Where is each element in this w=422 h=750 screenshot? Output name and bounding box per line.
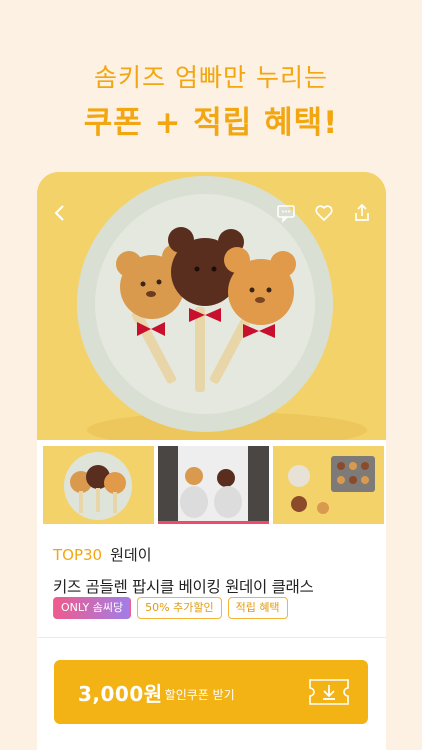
hero-image (37, 172, 386, 440)
coupon-download-button[interactable]: 3,000원 할인쿠폰 받기 (54, 660, 368, 724)
coupon-download-icon (308, 678, 350, 706)
product-info: TOP30 원데이 키즈 곰들렌 팝시클 베이킹 원데이 클래스 (53, 544, 373, 597)
heart-icon[interactable] (313, 202, 335, 224)
share-icon[interactable] (351, 202, 373, 224)
chat-icon[interactable] (275, 202, 297, 224)
app-screen: TOP30 원데이 키즈 곰들렌 팝시클 베이킹 원데이 클래스 ONLY 솜씨… (37, 172, 386, 750)
thumbnail-2[interactable] (158, 446, 269, 524)
headline-line1: 솜키즈 엄빠만 누리는 (94, 63, 328, 92)
thumbnail-strip (37, 446, 386, 524)
thumbnail-1[interactable] (43, 446, 154, 524)
points-badge: 적립 혜택 (227, 597, 288, 619)
badge-row: ONLY 솜씨당 50% 추가할인 적립 혜택 (53, 597, 288, 619)
product-title: 키즈 곰들렌 팝시클 베이킹 원데이 클래스 (53, 578, 314, 596)
category-label: 원데이 (110, 546, 152, 564)
discount-badge: 50% 추가할인 (137, 597, 222, 619)
coupon-amount: 3,000원 (78, 681, 163, 706)
divider (37, 637, 386, 638)
back-arrow-icon[interactable] (49, 202, 71, 224)
headline-line2: 쿠폰 + 적립 혜택! (83, 105, 339, 141)
coupon-label: 할인쿠폰 받기 (164, 688, 235, 702)
only-badge: ONLY 솜씨당 (53, 597, 132, 619)
thumbnail-3[interactable] (273, 446, 384, 524)
rank-label: TOP30 (53, 546, 103, 564)
